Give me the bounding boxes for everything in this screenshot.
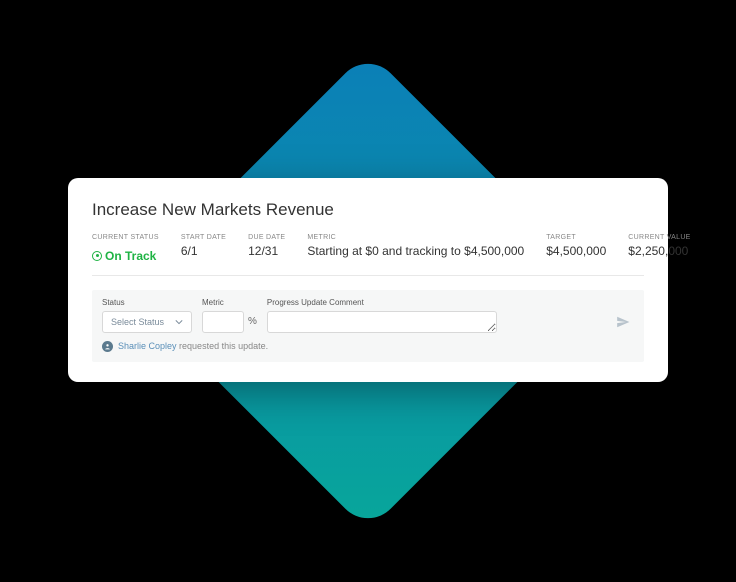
goal-title: Increase New Markets Revenue [92, 200, 644, 220]
percent-suffix: % [248, 316, 257, 327]
meta-value: Starting at $0 and tracking to $4,500,00… [307, 244, 524, 258]
on-track-icon [92, 251, 102, 261]
avatar [102, 341, 113, 352]
status-select[interactable]: Select Status [102, 311, 192, 333]
goal-card: Increase New Markets Revenue CURRENT STA… [68, 178, 668, 382]
meta-label: CURRENT STATUS [92, 234, 159, 241]
requester-info: Sharlie Copley requested this update. [102, 341, 634, 352]
meta-label: CURRENT VALUE [628, 234, 690, 241]
chevron-down-icon [175, 318, 183, 326]
meta-metric: METRIC Starting at $0 and tracking to $4… [307, 234, 524, 263]
comment-input[interactable] [267, 311, 497, 333]
update-form: Status Select Status Metric % Progress U… [92, 290, 644, 362]
person-icon [104, 343, 111, 350]
meta-start-date: START DATE 6/1 [181, 234, 226, 263]
meta-value: 12/31 [248, 244, 285, 258]
meta-current-status: CURRENT STATUS On Track [92, 234, 159, 263]
send-icon [616, 315, 630, 329]
metric-field-group: Metric % [202, 298, 257, 333]
requester-name: Sharlie Copley [118, 341, 177, 351]
status-field-group: Status Select Status [102, 298, 192, 333]
send-button[interactable] [612, 311, 634, 333]
meta-due-date: DUE DATE 12/31 [248, 234, 285, 263]
meta-value: 6/1 [181, 244, 226, 258]
meta-value: $4,500,000 [546, 244, 606, 258]
meta-target: TARGET $4,500,000 [546, 234, 606, 263]
status-badge: On Track [92, 249, 156, 263]
requester-suffix: requested this update. [179, 341, 268, 351]
meta-current-value: CURRENT VALUE $2,250,000 [628, 234, 690, 263]
metric-label: Metric [202, 298, 257, 307]
metric-input[interactable] [202, 311, 244, 333]
meta-label: DUE DATE [248, 234, 285, 241]
status-text: On Track [105, 249, 156, 263]
comment-field-group: Progress Update Comment [267, 298, 602, 333]
goal-meta-row: CURRENT STATUS On Track START DATE 6/1 D… [92, 234, 644, 276]
status-label: Status [102, 298, 192, 307]
meta-label: START DATE [181, 234, 226, 241]
meta-label: METRIC [307, 234, 524, 241]
comment-label: Progress Update Comment [267, 298, 602, 307]
meta-label: TARGET [546, 234, 606, 241]
meta-value: $2,250,000 [628, 244, 690, 258]
status-select-placeholder: Select Status [111, 317, 164, 327]
